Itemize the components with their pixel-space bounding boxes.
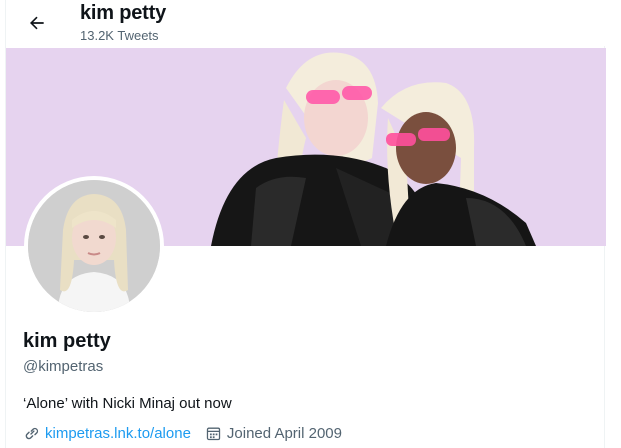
joined-item: Joined April 2009 — [205, 425, 342, 442]
header-name: kim petty — [80, 2, 167, 24]
profile-column: kim petty 13.2K Tweets kim petty @kimpet… — [5, 0, 606, 448]
profile-header: kim petty 13.2K Tweets — [6, 0, 606, 46]
calendar-icon — [206, 427, 221, 441]
back-button[interactable] — [20, 6, 54, 40]
joined-date: Joined April 2009 — [226, 425, 342, 442]
display-name: kim petty — [23, 330, 111, 352]
avatar-image — [28, 180, 160, 312]
handle: @kimpetras — [23, 358, 104, 375]
arrow-left-icon — [30, 16, 44, 30]
bio: ‘Alone’ with Nicki Minaj out now — [23, 395, 232, 412]
avatar[interactable] — [24, 176, 164, 316]
website-link[interactable]: kimpetras.lnk.to/alone — [45, 425, 191, 442]
link-icon — [25, 427, 39, 440]
website-item: kimpetras.lnk.to/alone — [23, 425, 191, 442]
profile-meta: kimpetras.lnk.to/alone Joined April 2009 — [23, 425, 356, 442]
tweet-count: 13.2K Tweets — [80, 28, 159, 43]
